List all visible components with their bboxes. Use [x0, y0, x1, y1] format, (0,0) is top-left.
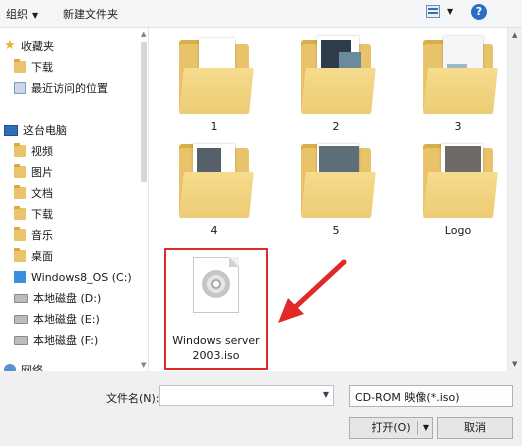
nav-desktop-label: 桌面 [31, 250, 53, 263]
desktop-folder-icon [14, 248, 26, 262]
downloads-folder-icon [14, 206, 26, 220]
nav-d-drive[interactable]: 本地磁盘 (D:) [14, 289, 101, 307]
videos-folder-icon [14, 143, 26, 157]
folder-name: 3 [454, 120, 462, 133]
nav-this-pc[interactable]: 这台电脑 [4, 121, 67, 139]
nav-favorites[interactable]: ★ 收藏夹 [4, 37, 54, 55]
folder-icon [301, 138, 376, 218]
nav-c-drive[interactable]: Windows8_OS (C:) [14, 268, 132, 286]
hard-disk-icon [14, 314, 28, 324]
nav-c-drive-label: Windows8_OS (C:) [31, 270, 132, 284]
new-folder-button[interactable]: 新建文件夹 [63, 6, 118, 22]
open-button[interactable]: 打开(O) ▼ [349, 417, 433, 439]
nav-videos-label: 视频 [31, 145, 53, 158]
nav-f-drive-label: 本地磁盘 (F:) [33, 334, 99, 347]
folder-name: 5 [332, 224, 340, 237]
nav-scroll-thumb[interactable] [141, 42, 147, 182]
windows-drive-icon [14, 271, 26, 283]
nav-pictures-label: 图片 [31, 166, 53, 179]
nav-this-pc-label: 这台电脑 [23, 124, 67, 137]
command-bar: 组织 ▼ 新建文件夹 ▼ ? [0, 0, 522, 28]
iso-file-item[interactable]: Windows server 2003.iso [160, 248, 268, 370]
folder-icon [301, 34, 376, 114]
filename-input[interactable]: ▼ [159, 385, 334, 406]
nav-music[interactable]: 音乐 [14, 226, 53, 244]
nav-downloads2-label: 下载 [31, 208, 53, 221]
nav-scrollbar[interactable]: ▲ ▼ [140, 28, 149, 371]
nav-downloads[interactable]: 下载 [14, 58, 53, 76]
nav-d-drive-label: 本地磁盘 (D:) [33, 292, 102, 305]
downloads-folder-icon [14, 59, 26, 73]
documents-folder-icon [14, 185, 26, 199]
filename-label: 文件名(N): [106, 392, 160, 405]
open-label: 打开(O) [371, 421, 411, 434]
split-divider [417, 421, 418, 435]
computer-icon [4, 124, 18, 136]
file-type-select[interactable]: CD-ROM 映像(*.iso) [349, 385, 513, 407]
cancel-button[interactable]: 取消 [437, 417, 513, 439]
hard-disk-icon [14, 293, 28, 303]
folder-icon [423, 138, 498, 218]
scroll-up-icon[interactable]: ▲ [141, 30, 146, 38]
music-folder-icon [14, 227, 26, 241]
folder-item[interactable]: Logo [403, 138, 507, 237]
folder-item[interactable]: 2 [281, 34, 391, 133]
iso-file-name-line1: Windows server [172, 334, 260, 347]
folder-icon [179, 138, 254, 218]
chevron-down-icon[interactable]: ▼ [323, 390, 329, 399]
nav-f-drive[interactable]: 本地磁盘 (F:) [14, 331, 98, 349]
chevron-down-icon: ▼ [32, 11, 39, 20]
nav-recent[interactable]: 最近访问的位置 [14, 79, 108, 97]
nav-music-label: 音乐 [31, 229, 53, 242]
folder-item[interactable]: 3 [403, 34, 507, 133]
scroll-down-icon[interactable]: ▼ [141, 361, 146, 369]
nav-recent-label: 最近访问的位置 [31, 82, 108, 95]
help-button[interactable]: ? [471, 4, 487, 20]
iso-file-name: Windows server 2003.iso [166, 333, 266, 363]
content-scrollbar[interactable]: ▲ ▼ [507, 28, 522, 371]
nav-pictures[interactable]: 图片 [14, 163, 53, 181]
view-dropdown-icon[interactable]: ▼ [447, 7, 453, 16]
star-icon: ★ [4, 38, 16, 53]
nav-videos[interactable]: 视频 [14, 142, 53, 160]
view-options-icon[interactable] [426, 5, 440, 18]
hard-disk-icon [14, 335, 28, 345]
nav-documents[interactable]: 文档 [14, 184, 53, 202]
scroll-up-icon[interactable]: ▲ [512, 31, 517, 39]
folder-name: 4 [210, 224, 218, 237]
nav-network[interactable]: 网络 [4, 361, 43, 371]
dialog-footer: 文件名(N): ▼ CD-ROM 映像(*.iso) 打开(O) ▼ 取消 [0, 372, 522, 446]
folder-item[interactable]: 4 [159, 138, 269, 237]
open-dropdown-icon[interactable]: ▼ [423, 418, 429, 438]
nav-downloads-label: 下载 [31, 61, 53, 74]
navigation-pane: ★ 收藏夹 下载 最近访问的位置 这台电脑 视频 图片 文档 下载 音乐 桌面 … [0, 28, 140, 371]
nav-desktop[interactable]: 桌面 [14, 247, 53, 265]
disc-image-icon [193, 257, 239, 313]
scroll-down-icon[interactable]: ▼ [512, 360, 517, 368]
iso-file-name-line2: 2003.iso [192, 349, 240, 362]
nav-downloads-pc[interactable]: 下载 [14, 205, 53, 223]
recent-places-icon [14, 82, 26, 94]
folder-name: 2 [332, 120, 340, 133]
nav-e-drive[interactable]: 本地磁盘 (E:) [14, 310, 100, 328]
folder-item[interactable]: 1 [159, 34, 269, 133]
network-icon [4, 364, 16, 371]
folder-name: Logo [444, 224, 472, 237]
nav-network-label: 网络 [21, 364, 43, 371]
folder-icon [179, 34, 254, 114]
nav-favorites-label: 收藏夹 [21, 40, 54, 53]
folder-icon [423, 34, 498, 114]
organize-menu[interactable]: 组织 ▼ [6, 6, 38, 22]
nav-e-drive-label: 本地磁盘 (E:) [33, 313, 100, 326]
organize-label: 组织 [6, 8, 28, 21]
pictures-folder-icon [14, 164, 26, 178]
folder-name: 1 [210, 120, 218, 133]
nav-documents-label: 文档 [31, 187, 53, 200]
folder-item[interactable]: 5 [281, 138, 391, 237]
